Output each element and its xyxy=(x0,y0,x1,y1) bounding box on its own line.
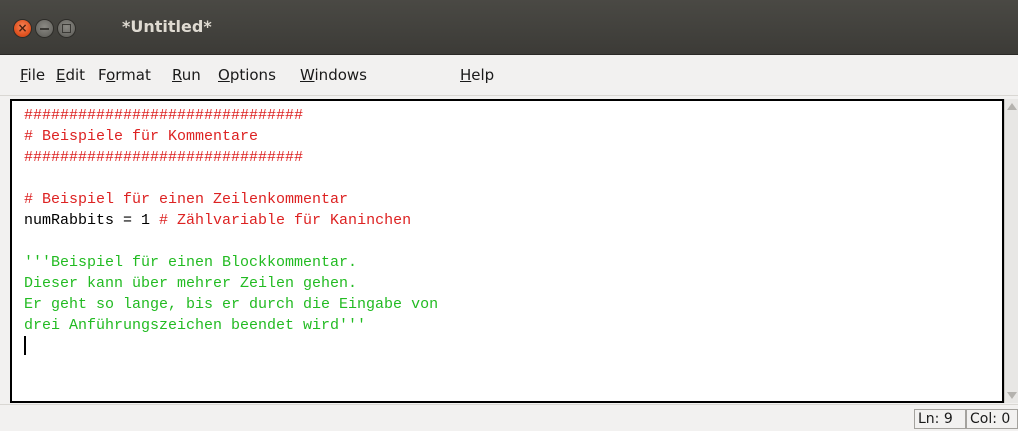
menubar: File Edit Format Run Options Windows Hel… xyxy=(0,55,1018,96)
menu-edit[interactable]: Edit xyxy=(56,66,85,84)
menu-run-mnemonic: R xyxy=(172,66,182,84)
code-segment: Er geht so lange, bis er durch die Einga… xyxy=(24,296,439,313)
menu-windows-mnemonic: W xyxy=(300,66,315,84)
code-segment: numRabbits = 1 xyxy=(24,212,160,229)
title-bar: × *Untitled* xyxy=(0,0,1018,55)
menu-format[interactable]: Format xyxy=(98,66,151,84)
column-number-status: Col: 0 xyxy=(966,409,1018,429)
menu-run[interactable]: Run xyxy=(172,66,201,84)
line-number-status: Ln: 9 xyxy=(914,409,966,429)
code-line: '''Beispiel für einen Blockkommentar. xyxy=(24,252,438,273)
menu-help[interactable]: Help xyxy=(460,66,494,84)
status-bar: Ln: 9 Col: 0 xyxy=(0,404,1018,431)
menu-edit-label: dit xyxy=(65,66,86,84)
menu-file-mnemonic: F xyxy=(20,66,28,84)
menu-file-label: ile xyxy=(27,66,46,84)
code-segment: drei Anführungszeichen beendet wird''' xyxy=(24,317,367,334)
code-segment: ############################### xyxy=(24,149,304,166)
code-segment: # Zählvariable für Kaninchen xyxy=(159,212,412,229)
menu-options-label: ptions xyxy=(229,66,276,84)
code-segment: Dieser kann über mehrer Zeilen gehen. xyxy=(24,275,358,292)
menu-windows-label: indows xyxy=(314,66,367,84)
code-line: Dieser kann über mehrer Zeilen gehen. xyxy=(24,273,438,294)
text-cursor xyxy=(24,336,26,355)
close-window-button[interactable]: × xyxy=(14,20,31,37)
menu-options[interactable]: Options xyxy=(218,66,276,84)
code-text[interactable]: ############################### # Beispie… xyxy=(24,105,438,357)
menu-format-prefix: F xyxy=(98,66,107,84)
maximize-window-button[interactable] xyxy=(58,20,75,37)
window-title: *Untitled* xyxy=(122,17,212,36)
code-line: Er geht so lange, bis er durch die Einga… xyxy=(24,294,438,315)
minimize-window-button[interactable] xyxy=(36,20,53,37)
menu-format-mnemonic: o xyxy=(106,66,116,84)
menu-run-label: un xyxy=(181,66,201,84)
code-line: ############################### xyxy=(24,147,438,168)
vertical-scrollbar[interactable] xyxy=(1004,99,1018,403)
code-segment: # Beispiele für Kommentare xyxy=(24,128,259,145)
scroll-up-arrow-icon[interactable] xyxy=(1007,103,1017,110)
menu-options-mnemonic: O xyxy=(218,66,230,84)
code-editor[interactable]: ############################### # Beispie… xyxy=(10,99,1004,403)
code-segment: ############################### xyxy=(24,107,304,124)
code-segment: '''Beispiel für einen Blockkommentar. xyxy=(24,254,358,271)
menu-help-label: elp xyxy=(471,66,495,84)
code-line: ############################### xyxy=(24,105,438,126)
code-line: # Beispiele für Kommentare xyxy=(24,126,438,147)
idle-editor-window: × *Untitled* File Edit Format Run Option… xyxy=(0,0,1018,431)
code-line: # Beispiel für einen Zeilenkommentar xyxy=(24,189,438,210)
menu-help-mnemonic: H xyxy=(460,66,472,84)
menu-windows[interactable]: Windows xyxy=(300,66,367,84)
scroll-down-arrow-icon[interactable] xyxy=(1007,392,1017,399)
menu-file[interactable]: File xyxy=(20,66,45,84)
menu-format-label: rmat xyxy=(115,66,151,84)
code-segment: # Beispiel für einen Zeilenkommentar xyxy=(24,191,349,208)
cursor-line xyxy=(24,336,438,357)
code-line: numRabbits = 1 # Zählvariable für Kaninc… xyxy=(24,210,438,231)
code-line: drei Anführungszeichen beendet wird''' xyxy=(24,315,438,336)
